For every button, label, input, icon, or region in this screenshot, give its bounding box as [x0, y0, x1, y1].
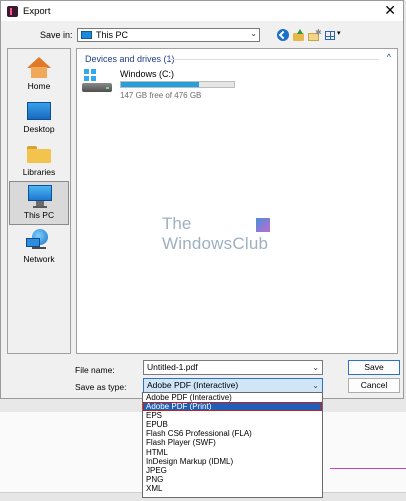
- watermark-line1: The: [162, 214, 192, 233]
- dropdown-option[interactable]: Adobe PDF (Interactive): [143, 393, 322, 402]
- dropdown-option[interactable]: Flash CS6 Professional (FLA): [143, 429, 322, 438]
- drive-name: Windows (C:): [120, 69, 175, 79]
- view-menu-icon[interactable]: ▾: [325, 29, 343, 41]
- dropdown-option-highlighted[interactable]: Adobe PDF (Print): [143, 402, 322, 412]
- pc-screen: [28, 185, 52, 201]
- place-this-pc[interactable]: This PC: [9, 181, 69, 225]
- grid-shape: [325, 31, 335, 40]
- save-button[interactable]: Save: [348, 360, 400, 375]
- dropdown-option[interactable]: JPEG: [143, 466, 322, 475]
- chevron-down-icon[interactable]: ⌄: [312, 361, 319, 374]
- place-label: Home: [27, 81, 51, 91]
- save-as-type-value: Adobe PDF (Interactive): [147, 380, 239, 390]
- place-home[interactable]: Home: [9, 53, 69, 95]
- drive-usage-bar: [120, 81, 235, 88]
- drive-item-c[interactable]: Windows (C:) 147 GB free of 476 GB: [82, 67, 242, 101]
- drive-usage-fill: [121, 82, 199, 87]
- watermark: The WindowsClub: [162, 214, 282, 264]
- watermark-line2: WindowsClub: [162, 234, 269, 253]
- watermark-logo-icon: [256, 218, 270, 232]
- dialog-title: Export: [23, 5, 51, 17]
- place-desktop[interactable]: Desktop: [9, 96, 69, 138]
- save-in-label: Save in:: [40, 30, 73, 40]
- hdd-led: [106, 87, 109, 89]
- group-header-devices[interactable]: Devices and drives (1): [85, 54, 175, 64]
- places-bar: Home Desktop Libraries This PC Network: [7, 48, 71, 354]
- sparkle-shape: ✱: [315, 28, 322, 37]
- network-icon: [26, 229, 52, 253]
- up-folder-icon[interactable]: [293, 29, 305, 41]
- dropdown-option[interactable]: PNG: [143, 475, 322, 484]
- export-dialog: Export ✕ Save in: This PC ⌄ ✱ ▾ Home Des…: [0, 0, 404, 399]
- place-libraries[interactable]: Libraries: [9, 139, 69, 181]
- pc-foot: [33, 206, 47, 208]
- place-label: Libraries: [22, 167, 56, 177]
- network-cable: [32, 247, 46, 249]
- save-as-type-select[interactable]: Adobe PDF (Interactive) ⌄: [143, 378, 323, 393]
- save-in-row: Save in: This PC ⌄ ✱ ▾: [1, 25, 405, 45]
- place-label: Desktop: [23, 124, 55, 134]
- dropdown-option[interactable]: XML: [143, 484, 322, 493]
- home-icon: [27, 57, 51, 79]
- folder-shape: [293, 33, 304, 41]
- file-list[interactable]: Devices and drives (1) ^ Windows (C:) 14…: [76, 48, 398, 354]
- dropdown-option[interactable]: EPS: [143, 411, 322, 420]
- save-in-value: This PC: [96, 30, 129, 40]
- caret-down-icon: ▾: [337, 30, 341, 37]
- chevron-down-icon: ⌄: [250, 29, 257, 38]
- windows-drive-icon: [82, 69, 114, 97]
- cancel-button[interactable]: Cancel: [348, 378, 400, 393]
- new-folder-icon[interactable]: ✱: [308, 28, 322, 41]
- dropdown-option[interactable]: Flash Player (SWF): [143, 438, 322, 447]
- save-as-type-dropdown[interactable]: Adobe PDF (Interactive) Adobe PDF (Print…: [142, 392, 323, 498]
- windows-logo-shape: [84, 69, 96, 81]
- home-base: [31, 67, 47, 78]
- dropdown-option[interactable]: HTML: [143, 448, 322, 457]
- save-in-combo[interactable]: This PC ⌄: [77, 28, 260, 42]
- network-screen: [26, 238, 40, 247]
- libraries-folder-icon: [27, 146, 51, 163]
- up-arrow-shape: [297, 29, 303, 34]
- place-label: This PC: [23, 210, 55, 220]
- file-name-value: Untitled-1.pdf: [147, 362, 198, 372]
- this-pc-small-icon: [81, 31, 92, 39]
- save-as-type-label: Save as type:: [75, 382, 127, 392]
- folder-body: [27, 149, 51, 163]
- indesign-app-icon: [7, 5, 18, 17]
- place-label: Network: [23, 254, 55, 264]
- close-button[interactable]: ✕: [384, 3, 396, 17]
- dropdown-option[interactable]: EPUB: [143, 420, 322, 429]
- drive-space-info: 147 GB free of 476 GB: [120, 91, 202, 100]
- dropdown-option[interactable]: InDesign Markup (IDML): [143, 457, 322, 466]
- this-pc-icon: [28, 185, 52, 209]
- file-name-label: File name:: [75, 365, 115, 375]
- desktop-icon: [27, 102, 51, 120]
- collapse-chevron-icon[interactable]: ^: [387, 52, 391, 62]
- background-guide-line: [330, 468, 406, 469]
- chevron-down-icon[interactable]: ⌄: [312, 379, 319, 392]
- back-arrow-icon[interactable]: [277, 29, 289, 41]
- title-bar: Export ✕: [1, 1, 403, 21]
- file-name-input[interactable]: Untitled-1.pdf ⌄: [143, 360, 323, 375]
- place-network[interactable]: Network: [9, 226, 69, 268]
- group-divider: [169, 59, 379, 60]
